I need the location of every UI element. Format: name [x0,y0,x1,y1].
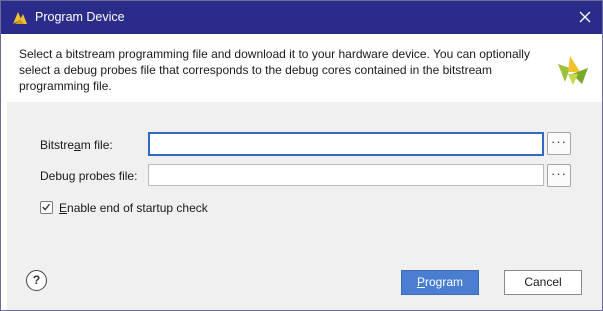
help-button[interactable]: ? [26,270,47,291]
vivado-logo [558,56,588,85]
checkmark-icon [42,203,50,211]
startup-check-checkbox[interactable] [40,201,53,214]
startup-check-label: Enable end of startup check [59,201,208,215]
dialog-header: Select a bitstream programming file and … [7,34,602,103]
close-icon[interactable] [574,6,596,28]
debug-probes-file-label: Debug probes file: [40,169,138,183]
bitstream-file-input[interactable] [148,132,544,156]
cancel-button[interactable]: Cancel [504,270,582,295]
dialog-description: Select a bitstream programming file and … [19,47,530,93]
vivado-app-icon [13,12,27,24]
debug-probes-file-input[interactable] [148,164,544,186]
program-device-dialog: Program Device Select a bitstream progra… [0,0,603,311]
title-bar[interactable]: Program Device [1,1,602,34]
dialog-body: Bitstream file: ··· Debug probes file: ·… [7,102,602,310]
window-title: Program Device [35,10,125,24]
bitstream-file-label: Bitstream file: [40,138,113,152]
program-button[interactable]: Program [401,270,479,295]
debug-probes-browse-button[interactable]: ··· [547,164,571,187]
bitstream-browse-button[interactable]: ··· [547,132,571,155]
